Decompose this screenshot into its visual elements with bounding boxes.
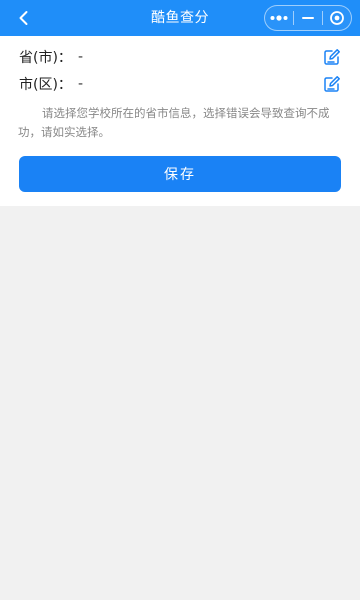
province-row: 省(市)： - bbox=[19, 45, 342, 69]
minimize-button[interactable] bbox=[294, 6, 322, 30]
target-circle-icon bbox=[330, 11, 344, 25]
edit-icon bbox=[324, 76, 340, 92]
edit-icon bbox=[324, 49, 340, 65]
district-row: 市(区)： - bbox=[19, 72, 342, 96]
close-button[interactable] bbox=[323, 6, 351, 30]
district-label: 市(区)： bbox=[19, 77, 72, 93]
more-dots-icon bbox=[270, 15, 288, 21]
save-button[interactable]: 保存 bbox=[19, 156, 341, 192]
miniprogram-capsule bbox=[264, 5, 352, 31]
navigation-bar: 酷鱼查分 bbox=[0, 0, 360, 36]
province-value: - bbox=[77, 49, 83, 65]
edit-province-button[interactable] bbox=[322, 47, 342, 67]
more-button[interactable] bbox=[265, 6, 293, 30]
province-label: 省(市)： bbox=[19, 50, 72, 66]
minimize-icon bbox=[302, 17, 314, 19]
selection-notice: 请选择您学校所在的省市信息，选择错误会导致查询不成功，请如实选择。 bbox=[18, 106, 330, 139]
region-form-card: 省(市)： - 市(区)： - 请选择您学校所在的省市信息，选择错误会导致查询不… bbox=[0, 36, 360, 206]
edit-district-button[interactable] bbox=[322, 74, 342, 94]
district-value: - bbox=[77, 76, 83, 92]
